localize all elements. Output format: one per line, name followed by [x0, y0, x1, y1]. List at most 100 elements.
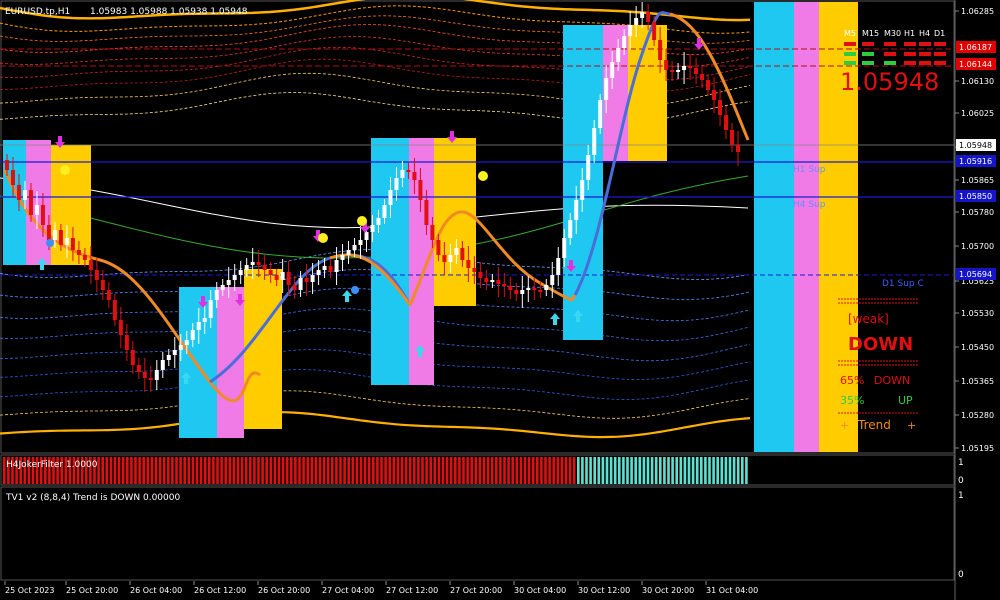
candle-body	[166, 355, 171, 360]
candle-body	[112, 300, 117, 320]
time-axis-label: 27 Oct 12:00	[386, 586, 438, 595]
candle-body	[394, 178, 399, 190]
sub1-scale-bottom: 0	[958, 476, 964, 486]
hist-bar	[134, 457, 137, 484]
candle-body	[304, 278, 309, 282]
hist-bar	[236, 457, 240, 484]
hist-bar	[515, 457, 519, 484]
hist-bar	[240, 457, 244, 484]
hist-bar	[220, 457, 223, 484]
candle-body	[220, 285, 225, 290]
candle-body	[622, 36, 627, 48]
candle-body	[730, 130, 735, 145]
hist-bar	[212, 457, 215, 484]
candle-body	[670, 70, 675, 72]
candle-body	[358, 240, 363, 245]
hist-bar	[523, 457, 527, 484]
hist-bar	[691, 457, 695, 484]
candle-body	[616, 48, 621, 62]
hist-bar	[183, 457, 186, 484]
hist-bar	[659, 457, 662, 484]
candle-body	[508, 286, 513, 290]
hist-bar	[429, 457, 432, 484]
yellow-dot	[357, 216, 367, 226]
hist-bar	[347, 457, 350, 484]
candle-body	[46, 225, 51, 240]
hist-bar	[597, 457, 601, 484]
hist-bar	[634, 457, 637, 484]
candle-body	[334, 260, 339, 272]
trend-label: Trend	[857, 418, 891, 432]
hist-bar	[745, 457, 748, 484]
hist-bar	[445, 457, 449, 484]
hist-bar	[331, 457, 334, 484]
hist-bar	[462, 457, 465, 484]
hist-bar	[454, 457, 457, 484]
hist-bar	[618, 457, 621, 484]
candle-body	[604, 78, 609, 100]
d1-support-label: D1 Sup C	[882, 279, 924, 289]
trend-plus-right: +	[907, 419, 916, 432]
hist-bar	[413, 457, 416, 484]
price-axis-label: 1.05280	[961, 411, 994, 420]
hist-bar	[158, 457, 162, 484]
hist-bar	[642, 457, 646, 484]
hist-bar	[380, 457, 383, 484]
candle-body	[322, 266, 327, 270]
hist-bar	[249, 457, 252, 484]
candle-body	[724, 115, 729, 130]
candle-body	[262, 265, 267, 270]
down-percent: 65%	[840, 374, 864, 387]
time-axis-label: 26 Oct 12:00	[194, 586, 246, 595]
hist-bar	[302, 457, 305, 484]
candle-body	[268, 270, 273, 275]
candle-body	[556, 258, 561, 275]
candle-body	[478, 272, 483, 278]
hist-bar	[564, 457, 568, 484]
hist-bar	[417, 457, 420, 484]
tf-cell	[934, 61, 946, 65]
price-axis-label: 1.05450	[961, 343, 994, 352]
candle-body	[580, 180, 585, 200]
hist-bar	[650, 457, 654, 484]
hist-bar	[720, 457, 724, 484]
candle-body	[190, 330, 195, 340]
hist-bar	[712, 457, 715, 484]
candle-body	[256, 262, 261, 265]
hist-bar	[138, 457, 141, 484]
hist-bar	[540, 457, 543, 484]
hist-bar	[466, 457, 469, 484]
hist-bar	[728, 457, 732, 484]
hist-bar	[142, 457, 145, 484]
candle-body	[340, 255, 345, 260]
hist-bar	[536, 457, 539, 484]
candle-body	[592, 128, 597, 155]
hist-bar	[511, 457, 514, 484]
candle-body	[706, 80, 711, 90]
hist-bar	[339, 457, 342, 484]
candle-body	[538, 290, 543, 292]
candle-body	[532, 288, 537, 290]
candle-body	[28, 190, 33, 215]
hist-bar	[736, 457, 740, 484]
hist-bar	[577, 457, 580, 484]
trading-chart[interactable]: H1 Sup H4 Sup D1 Sup C EURUSD.tp,H1 1.05…	[0, 0, 1000, 600]
tf-label: M5	[844, 29, 856, 38]
hist-bar	[732, 457, 736, 484]
candle-body	[514, 290, 519, 294]
tf-cell	[904, 61, 916, 65]
tf-cell	[904, 52, 916, 56]
candle-body	[136, 365, 141, 372]
signal-strength: [weak]	[848, 312, 889, 326]
h4-support-label: H4 Sup	[793, 200, 826, 210]
session-box-gold	[244, 269, 282, 429]
hist-bar	[257, 457, 260, 484]
candle-body	[250, 262, 255, 265]
candle-body	[244, 265, 249, 270]
candle-body	[418, 180, 423, 200]
yellow-dot	[478, 171, 488, 181]
tf-cell	[884, 61, 896, 65]
hist-bar	[171, 457, 174, 484]
candle-body	[406, 170, 411, 172]
hist-bar	[605, 457, 609, 484]
